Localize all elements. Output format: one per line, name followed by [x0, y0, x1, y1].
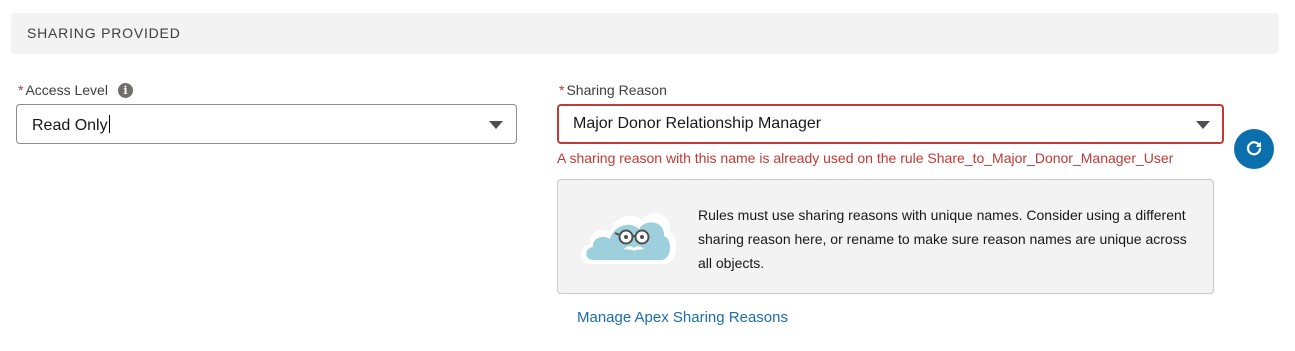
access-level-select[interactable]: Read Only [16, 104, 517, 144]
chevron-down-icon [489, 121, 503, 129]
sharing-reason-label-group: * Sharing Reason [559, 82, 667, 98]
cloud-with-glasses-illustration [581, 213, 676, 264]
sharing-reason-error: A sharing reason with this name is alrea… [557, 150, 1174, 166]
section-header: SHARING PROVIDED [11, 13, 1279, 54]
required-asterisk: * [559, 82, 565, 98]
manage-apex-sharing-reasons-link[interactable]: Manage Apex Sharing Reasons [577, 309, 788, 326]
section-title: SHARING PROVIDED [27, 25, 181, 41]
access-level-value: Read Only [32, 117, 108, 134]
info-icon[interactable]: i [117, 82, 133, 98]
access-level-label-group: * Access Level i [18, 82, 133, 98]
chevron-down-icon [1196, 121, 1210, 129]
info-box: Rules must use sharing reasons with uniq… [557, 179, 1214, 294]
access-level-value-wrap: Read Only [32, 115, 110, 135]
refresh-icon [1246, 141, 1262, 156]
sharing-reason-select[interactable]: Major Donor Relationship Manager [557, 104, 1224, 144]
text-cursor [108, 115, 110, 133]
refresh-button[interactable] [1234, 129, 1274, 169]
info-message: Rules must use sharing reasons with uniq… [698, 207, 1187, 271]
sharing-reason-value: Major Donor Relationship Manager [573, 115, 822, 132]
sharing-reason-label: Sharing Reason [566, 82, 667, 98]
access-level-label: Access Level [25, 82, 108, 98]
required-asterisk: * [18, 82, 24, 98]
